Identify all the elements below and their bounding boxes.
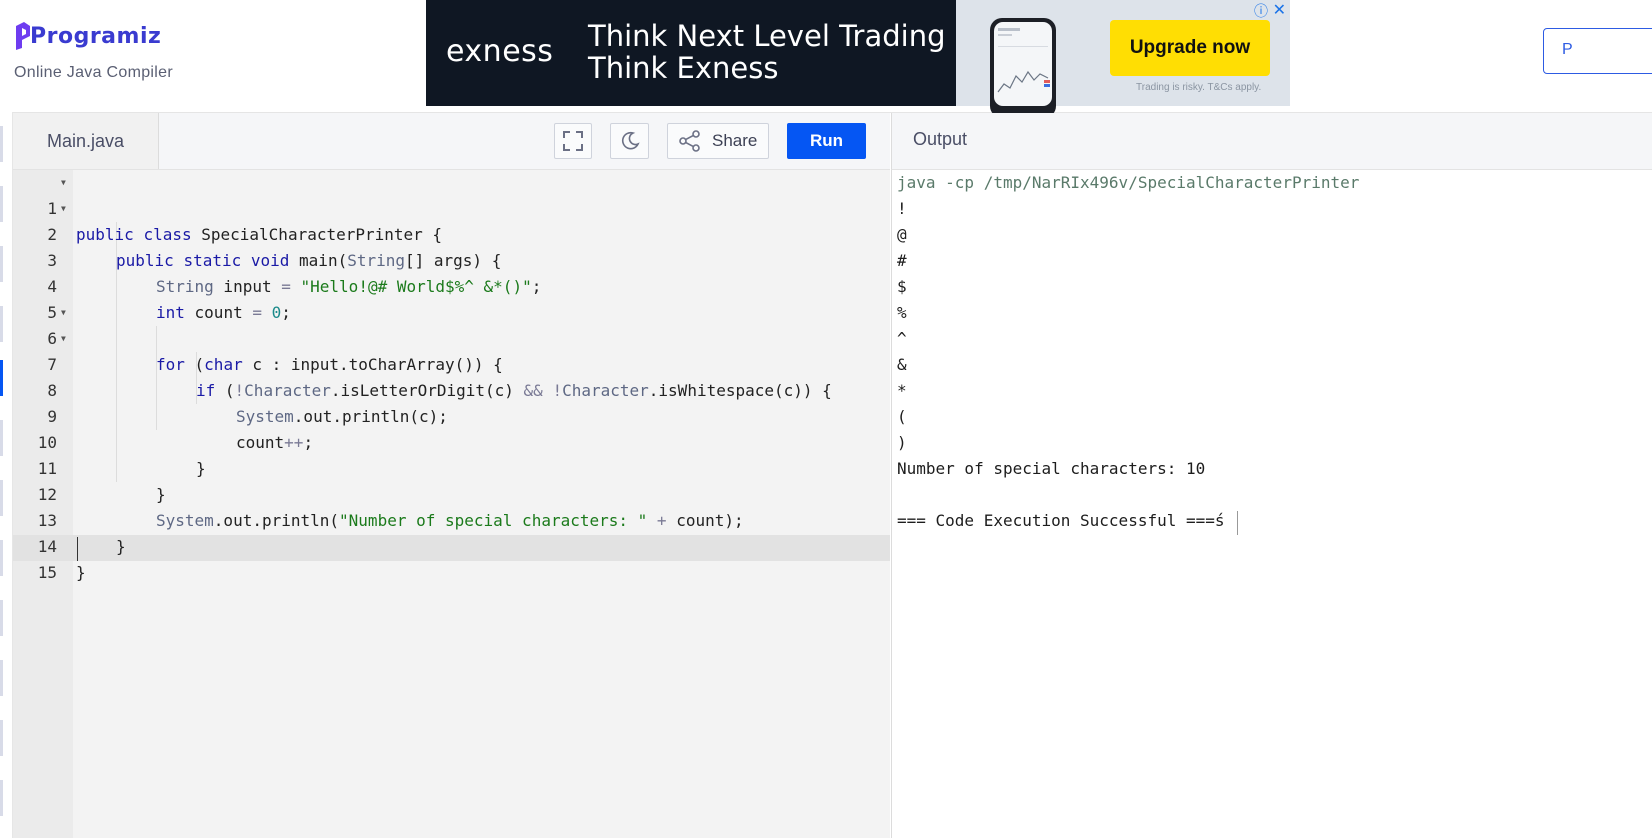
sidebar-item[interactable] (0, 660, 3, 696)
output-count-line: Number of special characters: 10 (897, 459, 1206, 478)
code-line: 7 ▼ if (!Character.isLetterOrDigit(c) && … (13, 326, 890, 400)
sidebar-item[interactable] (0, 780, 3, 816)
programiz-logo-icon (16, 22, 30, 50)
fold-arrow-icon[interactable]: ▼ (61, 196, 66, 222)
share-icon (679, 130, 700, 152)
ad-info-icon[interactable]: ⓘ (1254, 1, 1268, 21)
fold-arrow-icon[interactable]: ▼ (61, 300, 66, 326)
code-line: 1 ▼ public class SpecialCharacterPrinter … (13, 170, 890, 244)
logo-text: Programiz (30, 23, 162, 49)
code-line: 11 } (13, 430, 890, 504)
output-line: ) (897, 433, 907, 452)
output-console[interactable]: java -cp /tmp/NarRIx496v/SpecialCharacte… (891, 170, 1652, 838)
sidebar-item[interactable] (0, 480, 3, 516)
code-line: 6 ▼ for (char c : input.toCharArray()) { (13, 300, 890, 374)
sidebar-item[interactable] (0, 420, 3, 456)
output-line: @ (897, 225, 907, 244)
ad-brand-logo: exness (446, 34, 554, 69)
sidebar-item[interactable] (0, 246, 3, 282)
output-line: & (897, 355, 907, 374)
code-line: 3 String input = "Hello!@# World$%^ &*()… (13, 222, 890, 296)
ad-headline: Think Next Level Trading Think Exness (588, 20, 946, 84)
moon-icon (622, 131, 640, 150)
ad-close-icon[interactable]: ✕ (1273, 0, 1286, 20)
ad-headline-line-2: Think Exness (588, 51, 779, 85)
ad-disclaimer: Trading is risky. T&Cs apply. (1136, 82, 1262, 93)
output-title: Output (913, 129, 968, 149)
output-status-line: === Code Execution Successful ===ś (897, 511, 1225, 530)
site-header: Programiz Online Java Compiler exness Th… (0, 0, 1652, 118)
sidebar-item[interactable] (0, 720, 3, 756)
output-line: ! (897, 199, 907, 218)
text-cursor (77, 537, 78, 561)
ad-phone-image (990, 18, 1056, 118)
line-number: 15 (37, 563, 57, 582)
ad-left-panel[interactable]: exness Think Next Level Trading Think Ex… (426, 0, 956, 106)
compiler-subtitle: Online Java Compiler (14, 64, 173, 81)
code-text[interactable]: } (76, 560, 86, 586)
code-line: 14 } (13, 508, 890, 582)
ad-headline-line-1: Think Next Level Trading (588, 19, 946, 53)
ad-phone-screen (994, 22, 1052, 106)
code-line: 2 ▼ public static void main(String[] args… (13, 196, 890, 270)
fold-arrow-icon[interactable]: ▼ (61, 326, 66, 352)
output-line: $ (897, 277, 907, 296)
output-command-line: java -cp /tmp/NarRIx496v/SpecialCharacte… (897, 173, 1360, 192)
output-line: % (897, 303, 907, 322)
left-sidebar (0, 112, 13, 838)
fullscreen-button[interactable] (554, 123, 592, 159)
code-line: 12 System.out.println("Number of special… (13, 456, 890, 530)
fold-arrow-icon[interactable]: ▼ (61, 170, 66, 196)
share-button[interactable]: Share (667, 123, 769, 159)
sidebar-item[interactable] (0, 540, 3, 576)
sidebar-item[interactable] (0, 186, 3, 222)
ad-phone-chart (997, 28, 1050, 93)
header-right-button[interactable]: P (1543, 28, 1652, 74)
ad-upgrade-button[interactable]: Upgrade now (1110, 20, 1270, 76)
ad-right-panel[interactable]: Upgrade now Trading is risky. T&Cs apply… (956, 0, 1290, 118)
programiz-logo[interactable]: Programiz (14, 22, 161, 50)
code-line: 5 (13, 274, 890, 322)
output-cursor (1237, 511, 1238, 535)
output-line: # (897, 251, 907, 270)
sidebar-item[interactable] (0, 126, 3, 162)
tab-main-java[interactable]: Main.java (13, 113, 159, 169)
code-line-active: 15 (13, 534, 890, 582)
output-line: ^ (897, 329, 907, 348)
code-line: 9 count++; (13, 378, 890, 452)
header-right-button-label: P (1562, 41, 1573, 58)
sidebar-item[interactable] (0, 600, 3, 636)
sidebar-item-java[interactable] (0, 360, 3, 396)
run-button[interactable]: Run (787, 123, 866, 159)
output-line: * (897, 381, 907, 400)
sidebar-item[interactable] (0, 306, 3, 342)
code-line: 4 int count = 0; (13, 248, 890, 322)
dark-mode-button[interactable] (610, 123, 649, 159)
code-line: 10 } (13, 404, 890, 478)
share-button-label: Share (712, 131, 758, 150)
code-line: 8 System.out.println(c); (13, 352, 890, 426)
code-line: 13 } (13, 482, 890, 556)
editor-toolbar: Main.java Share Run (13, 113, 890, 170)
output-line: ( (897, 407, 907, 426)
advertisement-banner[interactable]: exness Think Next Level Trading Think Ex… (426, 0, 1290, 118)
code-editor[interactable]: 1 ▼ public class SpecialCharacterPrinter … (13, 170, 890, 838)
fullscreen-icon (563, 131, 583, 151)
output-toolbar: Output (891, 113, 1652, 170)
